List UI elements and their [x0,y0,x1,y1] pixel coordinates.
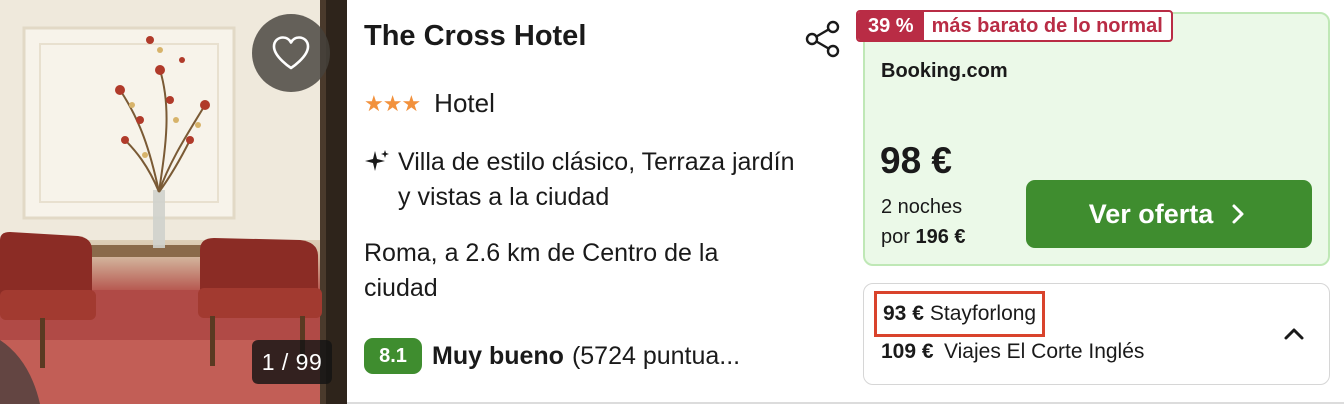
total-prefix: por [881,226,910,248]
total-price-info: 2 noches por 196 € [881,192,966,252]
deal-price: 98 € [880,140,953,181]
nights-count: 2 noches [881,196,963,218]
hotel-photo[interactable]: 1 / 99 [0,0,347,404]
discount-badge: 39 % más barato de lo normal [856,10,1173,42]
chevron-up-icon[interactable] [1280,320,1308,348]
heart-icon [272,36,310,70]
highlights-text: Villa de estilo clásico, Terraza jardín … [398,148,795,211]
star-rating: ★★★ [364,90,421,116]
share-icon[interactable] [802,18,844,60]
deal-provider: Booking.com [881,60,1008,82]
discount-label: más barato de lo normal [931,14,1163,37]
favorite-button[interactable] [252,14,330,92]
total-price: 196 € [915,226,966,248]
view-deal-label: Ver oferta [1088,198,1214,229]
rating-label: Muy bueno [432,341,564,370]
view-deal-button[interactable]: Ver oferta [1026,180,1312,248]
rating-score-badge: 8.1 [364,338,422,374]
offer-price: 93 € [883,302,924,325]
hotel-location: Roma, a 2.6 km de Centro de la ciudad [364,239,719,302]
rating-summary[interactable]: 8.1 Muy bueno (5724 puntua... [364,338,740,374]
hotel-name[interactable]: The Cross Hotel [364,20,586,53]
offer-price: 109 € [881,340,934,363]
photo-counter: 1 / 99 [252,340,332,384]
offer-row[interactable]: 109 € Viajes El Corte Inglés [881,340,1144,364]
offer-provider: Viajes El Corte Inglés [944,340,1145,363]
discount-percent: 39 % [858,12,924,40]
offer-provider: Stayforlong [929,302,1037,325]
chevron-right-icon [1232,204,1244,224]
review-count: (5724 puntua... [571,341,741,370]
hotel-highlights: Villa de estilo clásico, Terraza jardín … [362,145,802,215]
hotel-type: Hotel [434,88,495,118]
sparkle-icon [365,150,389,171]
hotel-category: ★★★ Hotel [364,88,495,119]
offer-row[interactable]: 93 € Stayforlong [874,291,1046,337]
